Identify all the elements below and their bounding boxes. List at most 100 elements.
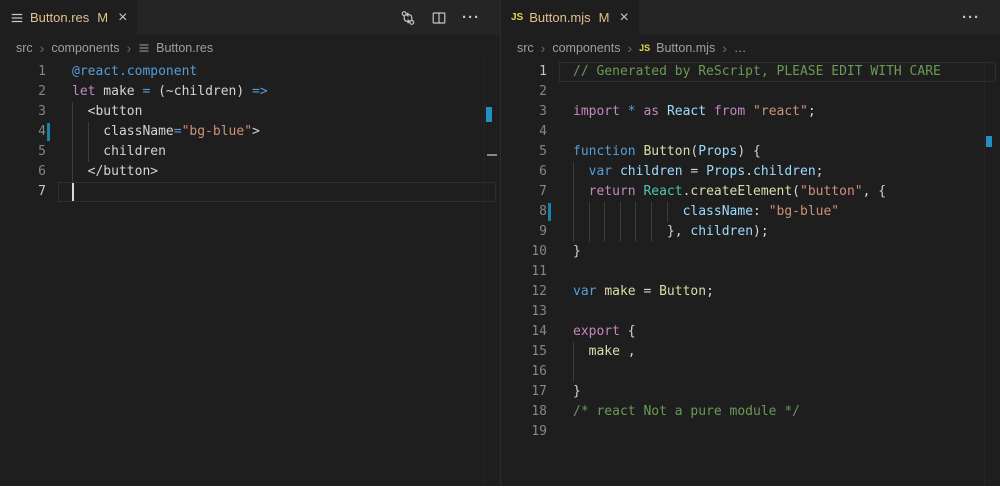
code-line[interactable]: 13 xyxy=(501,302,1000,322)
line-number[interactable]: 13 xyxy=(501,302,547,322)
indent-guide xyxy=(72,102,73,122)
indent-guide xyxy=(573,222,574,242)
code-line[interactable]: 1// Generated by ReScript, PLEASE EDIT W… xyxy=(501,62,1000,82)
line-number[interactable]: 3 xyxy=(0,102,46,122)
code-line[interactable]: 4 xyxy=(501,122,1000,142)
code-text xyxy=(547,302,1000,322)
ruler-right[interactable] xyxy=(984,60,1000,486)
code-text: import * as React from "react"; xyxy=(547,102,1000,122)
line-number[interactable]: 14 xyxy=(501,322,547,342)
code-line[interactable]: 11 xyxy=(501,262,1000,282)
line-number[interactable]: 5 xyxy=(501,142,547,162)
code-line[interactable]: 2 xyxy=(501,82,1000,102)
code-line[interactable]: 9 }, children); xyxy=(501,222,1000,242)
breadcrumb-item-src[interactable]: src xyxy=(517,41,534,55)
code-text: /* react Not a pure module */ xyxy=(547,402,1000,422)
code-text: }, children); xyxy=(547,222,1000,242)
code-line[interactable]: 4 className="bg-blue"> xyxy=(0,122,500,142)
code-line[interactable]: 7 return React.createElement("button", { xyxy=(501,182,1000,202)
line-number[interactable]: 4 xyxy=(0,122,46,142)
line-number[interactable]: 9 xyxy=(501,222,547,242)
code-text xyxy=(547,362,1000,382)
code-line[interactable]: 6 </button> xyxy=(0,162,500,182)
open-changes-icon[interactable] xyxy=(400,10,416,26)
js-icon: JS xyxy=(639,43,650,53)
chevron-right-icon: › xyxy=(721,41,728,55)
code-line[interactable]: 15 make , xyxy=(501,342,1000,362)
code-line[interactable]: 19 xyxy=(501,422,1000,442)
breadcrumb-item-components[interactable]: components xyxy=(552,41,620,55)
breadcrumb-item-components[interactable]: components xyxy=(51,41,119,55)
line-number[interactable]: 3 xyxy=(501,102,547,122)
breadcrumb-right: src › components › JS Button.mjs › … xyxy=(501,35,1000,60)
code-text: // Generated by ReScript, PLEASE EDIT WI… xyxy=(547,62,1000,82)
indent-guide xyxy=(651,202,652,222)
indent-guide xyxy=(72,162,73,182)
line-number[interactable]: 15 xyxy=(501,342,547,362)
tab-bar-right: JS Button.mjs M × ··· xyxy=(501,0,1000,35)
code-line[interactable]: 6 var children = Props.children; xyxy=(501,162,1000,182)
code-line[interactable]: 12var make = Button; xyxy=(501,282,1000,302)
code-line[interactable]: 17} xyxy=(501,382,1000,402)
code-text: let make = (~children) => xyxy=(46,82,500,102)
chevron-right-icon: › xyxy=(125,41,132,55)
indent-guide xyxy=(573,342,574,362)
code-line[interactable]: 2let make = (~children) => xyxy=(0,82,500,102)
code-line[interactable]: 7 xyxy=(0,182,500,202)
ruler-left[interactable] xyxy=(484,60,500,486)
line-number[interactable]: 2 xyxy=(501,82,547,102)
tab-button-res[interactable]: Button.res M × xyxy=(0,0,137,35)
text-cursor xyxy=(72,183,74,201)
line-number[interactable]: 10 xyxy=(501,242,547,262)
ruler-modified-marker xyxy=(986,136,992,147)
breadcrumb-item-file[interactable]: Button.res xyxy=(156,41,213,55)
more-actions-icon[interactable]: ··· xyxy=(962,9,980,26)
ruler-modified-marker xyxy=(486,107,492,123)
line-number[interactable]: 1 xyxy=(0,62,46,82)
editor-left[interactable]: 1@react.component2let make = (~children)… xyxy=(0,60,500,486)
code-line[interactable]: 1@react.component xyxy=(0,62,500,82)
indent-guide xyxy=(635,222,636,242)
line-number[interactable]: 8 xyxy=(501,202,547,222)
code-line[interactable]: 14export { xyxy=(501,322,1000,342)
line-number[interactable]: 7 xyxy=(0,182,46,202)
code-line[interactable]: 3 <button xyxy=(0,102,500,122)
line-number[interactable]: 6 xyxy=(501,162,547,182)
editor-pane-left: Button.res M × ··· src xyxy=(0,0,500,486)
code-line[interactable]: 18/* react Not a pure module */ xyxy=(501,402,1000,422)
breadcrumb-item-src[interactable]: src xyxy=(16,41,33,55)
line-number[interactable]: 19 xyxy=(501,422,547,442)
indent-guide xyxy=(88,142,89,162)
code-text xyxy=(547,122,1000,142)
code-line[interactable]: 3import * as React from "react"; xyxy=(501,102,1000,122)
editor-right[interactable]: 1// Generated by ReScript, PLEASE EDIT W… xyxy=(501,60,1000,486)
indent-guide xyxy=(573,362,574,382)
chevron-right-icon: › xyxy=(39,41,46,55)
line-number[interactable]: 6 xyxy=(0,162,46,182)
line-number[interactable]: 17 xyxy=(501,382,547,402)
code-line[interactable]: 10} xyxy=(501,242,1000,262)
line-number[interactable]: 5 xyxy=(0,142,46,162)
code-line[interactable]: 5 children xyxy=(0,142,500,162)
line-number[interactable]: 18 xyxy=(501,402,547,422)
line-number[interactable]: 4 xyxy=(501,122,547,142)
code-text: var children = Props.children; xyxy=(547,162,1000,182)
code-line[interactable]: 5function Button(Props) { xyxy=(501,142,1000,162)
line-number[interactable]: 11 xyxy=(501,262,547,282)
close-icon[interactable]: × xyxy=(620,10,629,26)
line-number[interactable]: 7 xyxy=(501,182,547,202)
code-line[interactable]: 16 xyxy=(501,362,1000,382)
line-number[interactable]: 2 xyxy=(0,82,46,102)
tab-button-mjs[interactable]: JS Button.mjs M × xyxy=(501,0,639,35)
line-number[interactable]: 16 xyxy=(501,362,547,382)
breadcrumb-item-symbol[interactable]: … xyxy=(734,41,747,55)
more-actions-icon[interactable]: ··· xyxy=(462,9,480,26)
line-number[interactable]: 1 xyxy=(501,62,547,82)
breadcrumb-item-file[interactable]: Button.mjs xyxy=(656,41,715,55)
split-editor-icon[interactable] xyxy=(431,10,447,26)
code-text: <button xyxy=(46,102,500,122)
close-icon[interactable]: × xyxy=(118,10,127,26)
line-number[interactable]: 12 xyxy=(501,282,547,302)
code-text: var make = Button; xyxy=(547,282,1000,302)
code-line[interactable]: 8 className: "bg-blue" xyxy=(501,202,1000,222)
